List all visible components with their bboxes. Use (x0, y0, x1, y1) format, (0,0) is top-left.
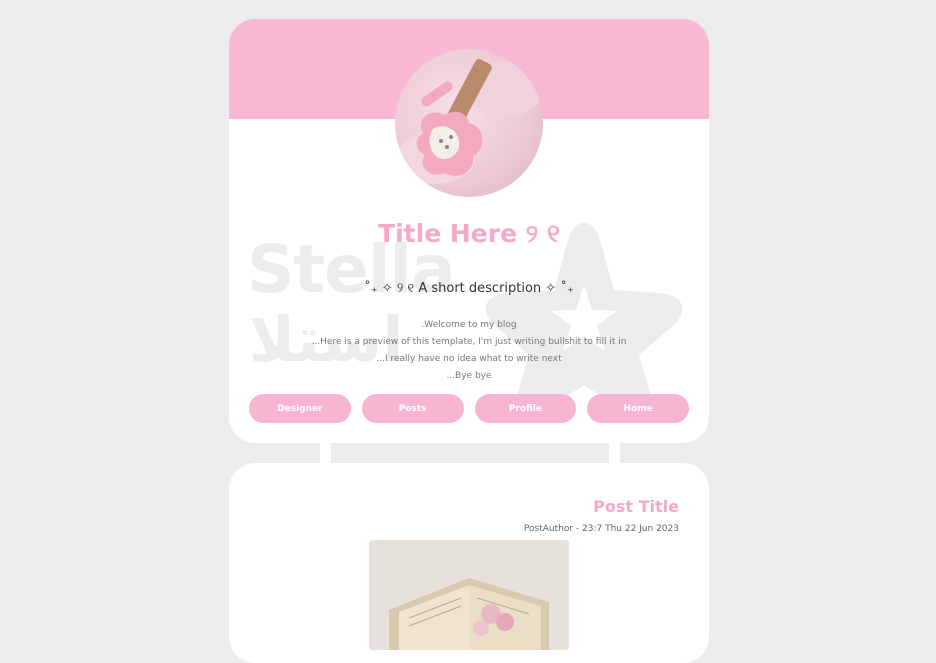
nav-profile-button[interactable]: Profile (474, 394, 577, 423)
post-title[interactable]: Post Title (593, 497, 679, 516)
avatar (395, 49, 543, 197)
nav-bar: Designer Posts Profile Home (249, 394, 689, 423)
post-meta: PostAuthor - 23:7 Thu 22 Jun 2023 (523, 524, 679, 534)
page-title: Title Here ୨ ୧ (378, 219, 560, 248)
nav-posts-button[interactable]: Posts (361, 394, 464, 423)
connector-left (320, 443, 331, 465)
nav-home-button[interactable]: Home (587, 394, 689, 423)
welcome-line: ...Here is a preview of this template, I… (311, 337, 627, 347)
welcome-line: .Welcome to my blog (421, 320, 517, 330)
post-card: Post Title PostAuthor - 23:7 Thu 22 Jun … (229, 463, 709, 663)
post-image (369, 540, 569, 650)
page-description: ˚₊ ✧ ୨ ୧ A short description ✧ ˚₊ (364, 281, 574, 296)
book-flowers-image (369, 540, 569, 650)
connector-right (609, 443, 620, 465)
nav-designer-button[interactable]: Designer (249, 394, 351, 423)
welcome-line: ...Bye bye (446, 371, 492, 381)
guitar-image (395, 58, 543, 184)
welcome-text: .Welcome to my blog ...Here is a preview… (229, 317, 709, 385)
header-card: Stella استلا Title Here ୨ ୧ ˚₊ ✧ ୨ ୧ A s… (229, 19, 709, 443)
welcome-line: ...I really have no idea what to write n… (376, 354, 562, 364)
